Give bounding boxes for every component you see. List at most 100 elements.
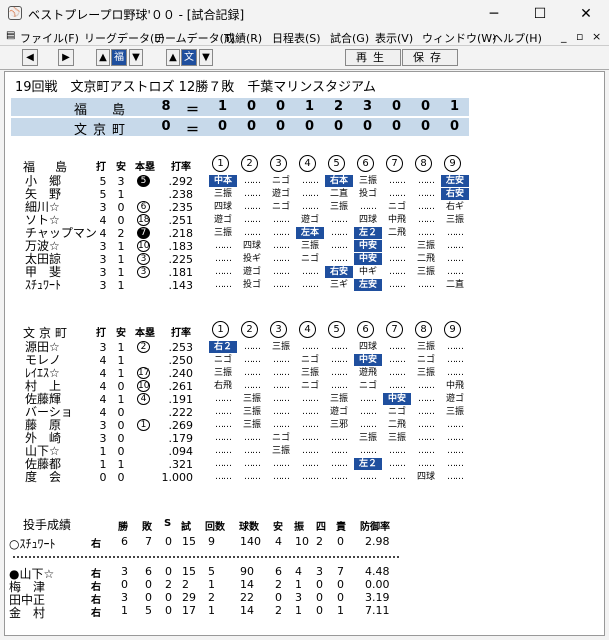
dots: …… — [215, 459, 232, 469]
menu-file[interactable]: ファイル(F) — [20, 30, 79, 46]
at-bat-result: ニゴ — [300, 254, 319, 264]
menu-team[interactable]: チームデータ(T) — [154, 30, 235, 46]
home-runs: 2 — [137, 341, 150, 353]
at-bat-result: 三振 — [213, 228, 232, 238]
child-minimize-button[interactable]: _ — [561, 30, 567, 43]
dots: …… — [302, 267, 319, 277]
batting-average: .225 — [168, 253, 194, 266]
game-header: 19回戦 文京町アストロズ 12勝７敗 千葉マリンスタジアム — [15, 80, 377, 95]
at-bat-result: 三振 — [387, 433, 406, 443]
inning-circle: 6 — [357, 155, 374, 172]
batting-row: ﾚｲｴｽ☆ 4 1 17.240 三振………… 三振…… 遊飛…… 三振…… — [13, 367, 464, 381]
dots: …… — [389, 342, 406, 352]
at-bat-result: ニゴ — [271, 202, 290, 212]
pitch-col-header: 試 — [181, 522, 191, 533]
at-bat-result: 二飛 — [387, 420, 406, 430]
at-bat-result: 四球 — [416, 472, 435, 482]
dots: …… — [244, 368, 261, 378]
batting-average: .094 — [168, 445, 194, 458]
next-game-button[interactable]: ▶ — [58, 49, 74, 66]
inning-circle: 3 — [270, 321, 287, 338]
home-runs: 1 — [137, 419, 150, 431]
at-bats: 3 — [99, 432, 107, 445]
team2-up-button[interactable]: ▲ — [166, 49, 180, 66]
pitch-stat: 3.19 — [365, 591, 390, 604]
inning-circle: 1 — [212, 321, 229, 338]
linescore-inning: 1 — [217, 99, 228, 114]
menu-window[interactable]: ウィンドウ(W) — [422, 30, 496, 46]
hits: 3 — [117, 175, 125, 188]
dots: …… — [273, 355, 290, 365]
dots: …… — [447, 433, 464, 443]
replay-button[interactable]: 再生 — [345, 49, 401, 66]
dots: …… — [244, 176, 261, 186]
batting-average: .240 — [168, 367, 194, 380]
dots: …… — [418, 280, 435, 290]
pitch-stat: 5 — [145, 604, 152, 617]
team1-down-button[interactable]: ▼ — [129, 49, 143, 66]
pitch-stat: 2.98 — [365, 535, 390, 548]
dots: …… — [215, 446, 232, 456]
batting-average: .238 — [168, 188, 194, 201]
menu-schedule[interactable]: 日程表(S) — [272, 30, 321, 46]
prev-game-button[interactable]: ◀ — [22, 49, 38, 66]
menu-view[interactable]: 表示(V) — [375, 30, 413, 46]
pitch-stat: 0 — [145, 578, 152, 591]
inning-circle: 5 — [328, 321, 345, 338]
maximize-button[interactable]: ☐ — [517, 0, 563, 28]
dots: …… — [418, 420, 435, 430]
pitch-stat: 0 — [165, 565, 172, 578]
hits: 0 — [117, 380, 125, 393]
child-restore-button[interactable]: ▫ — [576, 30, 583, 43]
batting-row: 佐藤都 1 1.321………………………… 左２……………… — [13, 458, 464, 472]
dots: …… — [418, 433, 435, 443]
batting-average: 1.000 — [161, 471, 194, 484]
save-button[interactable]: 保存 — [402, 49, 458, 66]
team2-down-button[interactable]: ▼ — [199, 49, 213, 66]
at-bat-result: 左本 — [296, 227, 324, 239]
dots: …… — [418, 176, 435, 186]
pitch-col-header: 球数 — [239, 522, 259, 533]
batting-average: .250 — [168, 354, 194, 367]
batting-average: .253 — [168, 341, 194, 354]
at-bat-result: 中安 — [354, 354, 382, 366]
dots: …… — [215, 407, 232, 417]
dots: …… — [302, 459, 319, 469]
dots: …… — [447, 228, 464, 238]
dots: …… — [331, 241, 348, 251]
team2-toggle[interactable]: 文 — [181, 49, 197, 66]
at-bat-result: 中ギ — [358, 267, 377, 277]
close-button[interactable]: ✕ — [563, 0, 609, 28]
at-bat-result: 三振 — [445, 215, 464, 225]
at-bats: 4 — [99, 367, 107, 380]
team1-toggle[interactable]: 福 — [111, 49, 127, 66]
minimize-button[interactable]: ─ — [471, 0, 517, 28]
dots: …… — [244, 433, 261, 443]
dots: …… — [273, 381, 290, 391]
at-bat-result: 遊ゴ — [445, 394, 464, 404]
dots: …… — [244, 381, 261, 391]
linescore-inning: 0 — [333, 119, 344, 134]
team1-up-button[interactable]: ▲ — [96, 49, 110, 66]
dots: …… — [360, 202, 377, 212]
linescore-team: 福 島 — [73, 103, 131, 118]
col-hits: 安 — [116, 328, 126, 339]
menu-stats[interactable]: 成績(R) — [224, 30, 262, 46]
at-bat-result: 三振 — [329, 394, 348, 404]
at-bat-result: 中飛 — [387, 215, 406, 225]
menu-game[interactable]: 試合(G) — [330, 30, 369, 46]
linescore-row: 福 島 8 ＝ 1 0 0 1 2 3 0 0 1 — [11, 98, 469, 118]
pitch-col-header: 責 — [336, 522, 346, 533]
child-close-button[interactable]: × — [592, 30, 601, 43]
menu-help[interactable]: ヘルプ(H) — [492, 30, 542, 46]
inning-circle: 3 — [270, 155, 287, 172]
batting-row: 藤 原 3 0 1.269…… 三振………… 三邪…… 二飛………… — [13, 419, 464, 433]
linescore-inning: 0 — [362, 119, 373, 134]
menu-league[interactable]: リーグデータ(L) — [84, 30, 165, 46]
at-bat-result: 左２ — [354, 458, 382, 470]
pitch-stat: 14 — [240, 604, 254, 617]
at-bat-result: 右ギ — [445, 202, 464, 212]
pitch-col-header: 勝 — [118, 522, 128, 533]
dots: …… — [418, 394, 435, 404]
at-bat-result: 右２ — [209, 341, 237, 353]
